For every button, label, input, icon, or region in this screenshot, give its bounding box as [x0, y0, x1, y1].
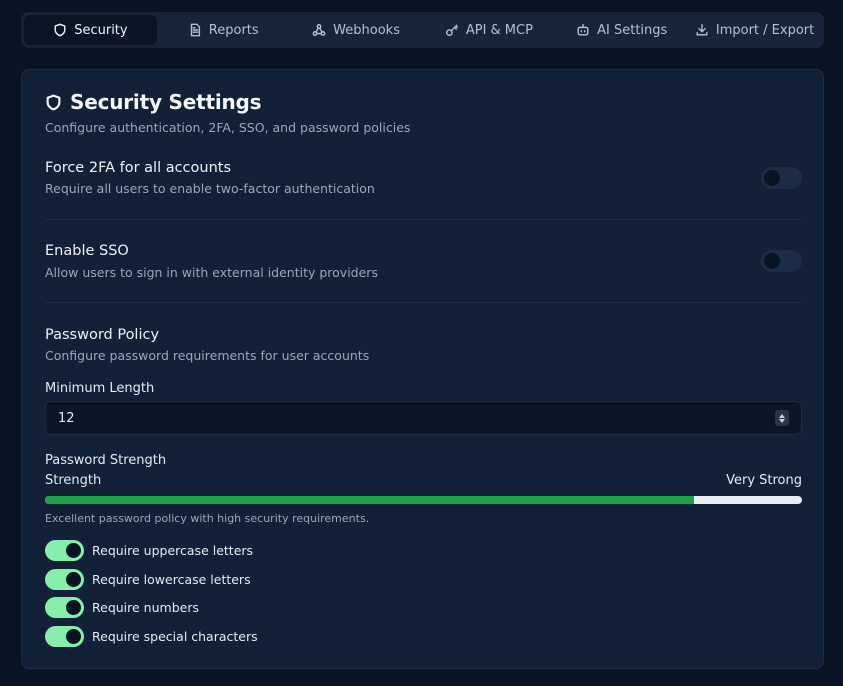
force-2fa-title: Force 2FA for all accounts [45, 160, 232, 176]
requirement-label: Require uppercase letters [92, 543, 254, 558]
lowercase-toggle[interactable] [45, 569, 84, 590]
strength-label: Strength [45, 473, 102, 488]
tab-ai-settings[interactable]: AI Settings [555, 15, 688, 45]
tab-import-export-label: Import / Export [715, 22, 815, 38]
force-2fa-description: Require all users to enable two-factor a… [45, 181, 375, 196]
requirement-uppercase: Require uppercase letters [45, 540, 253, 561]
shield-icon [46, 94, 61, 110]
minimum-length-input[interactable]: 12 [45, 401, 802, 435]
toggle-knob [66, 600, 81, 615]
security-settings-card: Security Settings Configure authenticati… [21, 69, 824, 669]
toggle-knob [764, 253, 780, 269]
tab-webhooks-label: Webhooks [333, 22, 400, 38]
password-policy-title: Password Policy [45, 327, 160, 343]
key-icon [445, 24, 458, 36]
requirement-label: Require numbers [92, 600, 199, 615]
settings-tab-bar: Security Reports Webhooks API & MCP AI S… [21, 12, 824, 48]
stepper-up-icon [779, 413, 785, 418]
number-stepper[interactable] [775, 410, 789, 426]
toggle-knob [764, 170, 780, 186]
special-characters-toggle[interactable] [45, 626, 84, 647]
requirement-special: Require special characters [45, 626, 258, 647]
document-icon [190, 23, 200, 37]
strength-progress-fill [45, 496, 694, 504]
minimum-length-label: Minimum Length [45, 381, 155, 396]
toggle-knob [66, 543, 81, 558]
stepper-down-icon [779, 418, 785, 423]
tab-security[interactable]: Security [24, 15, 157, 45]
tab-reports-label: Reports [208, 22, 259, 38]
divider [45, 219, 802, 220]
tab-security-label: Security [74, 22, 128, 38]
numbers-toggle[interactable] [45, 597, 84, 618]
download-icon [696, 24, 708, 36]
shield-icon [54, 23, 66, 37]
strength-row: Strength Very Strong [45, 473, 802, 488]
tab-api-mcp[interactable]: API & MCP [422, 15, 555, 45]
minimum-length-value: 12 [58, 410, 75, 426]
tab-webhooks[interactable]: Webhooks [290, 15, 423, 45]
force-2fa-toggle[interactable] [761, 167, 802, 189]
requirement-label: Require special characters [92, 629, 258, 644]
strength-progress-bar [45, 496, 802, 504]
sso-description: Allow users to sign in with external ide… [45, 265, 378, 280]
tab-ai-settings-label: AI Settings [597, 22, 668, 38]
tab-reports[interactable]: Reports [157, 15, 290, 45]
password-strength-heading: Password Strength [45, 453, 167, 468]
requirement-lowercase: Require lowercase letters [45, 569, 251, 590]
tab-api-mcp-label: API & MCP [465, 22, 533, 38]
sso-title: Enable SSO [45, 243, 129, 259]
card-header: Security Settings [45, 90, 262, 114]
requirement-label: Require lowercase letters [92, 572, 251, 587]
tab-import-export[interactable]: Import / Export [688, 15, 821, 45]
password-policy-description: Configure password requirements for user… [45, 348, 370, 363]
webhook-icon [312, 24, 326, 36]
toggle-knob [66, 629, 81, 644]
page-title: Security Settings [70, 90, 262, 114]
strength-hint: Excellent password policy with high secu… [45, 512, 370, 525]
divider [45, 302, 802, 303]
sso-toggle[interactable] [761, 250, 802, 272]
page-subtitle: Configure authentication, 2FA, SSO, and … [45, 120, 411, 135]
toggle-knob [66, 572, 81, 587]
strength-value: Very Strong [726, 473, 802, 488]
uppercase-toggle[interactable] [45, 540, 84, 561]
bot-icon [577, 24, 589, 36]
requirement-numbers: Require numbers [45, 597, 199, 618]
